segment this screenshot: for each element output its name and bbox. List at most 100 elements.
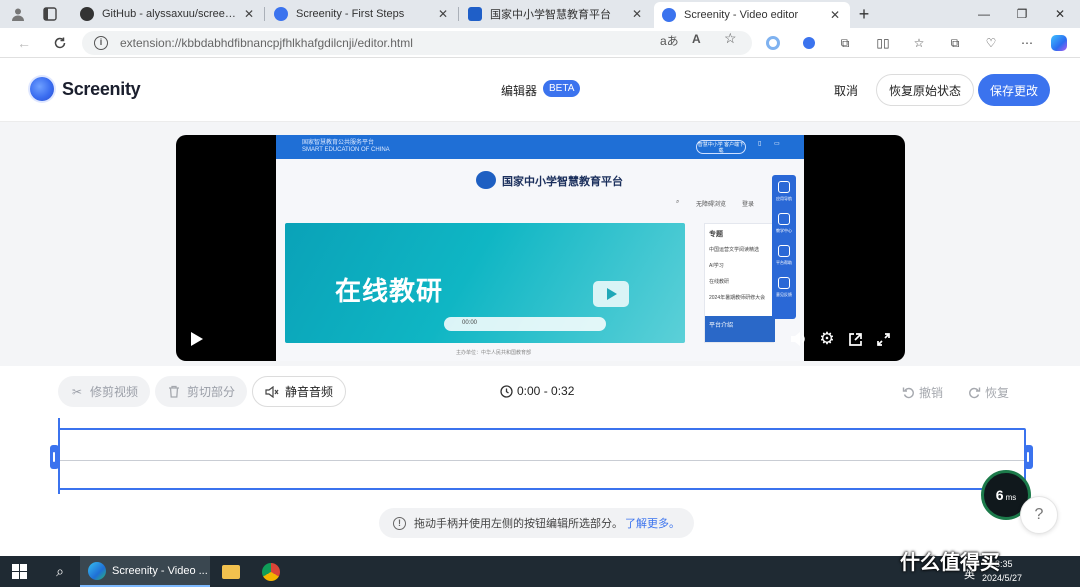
side-footer: 平台介绍: [705, 316, 775, 342]
close-icon[interactable]: ✕: [630, 7, 644, 21]
browser-essentials-icon[interactable]: ♡: [982, 34, 1000, 52]
minimize-icon[interactable]: —: [966, 4, 1002, 24]
tab-actions-icon[interactable]: [38, 4, 62, 24]
tab-first-steps[interactable]: Screenity - First Steps ✕: [266, 2, 458, 26]
more-menu-icon[interactable]: ⋯: [1018, 34, 1036, 52]
time-range-text: 0:00 - 0:32: [517, 384, 575, 398]
tab-smart-education[interactable]: 国家中小学智慧教育平台 ✕: [460, 2, 652, 26]
chrome-icon[interactable]: [258, 556, 284, 587]
text-size-icon[interactable]: A: [692, 32, 701, 46]
undo-button[interactable]: 撤销: [902, 384, 943, 401]
rail-icon: [778, 245, 790, 257]
tab-title: GitHub - alyssaxuu/screenity: The: [102, 8, 236, 20]
tab-video-editor[interactable]: Screenity - Video editor ✕: [654, 2, 850, 28]
edit-toolbar: ✂ 修剪视频 剪切部分 静音音频 0:00 - 0:32 撤销 恢复: [0, 366, 1080, 418]
edge-icon: [88, 561, 106, 580]
screenity-icon: [662, 8, 676, 22]
site-right-rail: 应用导航 教学中心 平台帮助 意见反馈: [772, 175, 796, 319]
tab-title: 国家中小学智慧教育平台: [490, 9, 611, 21]
profile-icon[interactable]: [6, 4, 30, 24]
undo-label: 撤销: [919, 386, 944, 400]
start-icon[interactable]: [0, 556, 38, 587]
new-tab-icon[interactable]: +: [852, 4, 876, 24]
video-player[interactable]: 国家智慧教育公共服务平台 SMART EDUCATION OF CHINA 智慧中…: [176, 135, 905, 361]
site-nav-login: 登录: [742, 202, 755, 208]
screenity-logo-icon: [30, 77, 54, 101]
screenity-extension-icon[interactable]: [800, 34, 818, 52]
mute-audio-button[interactable]: 静音音频: [252, 376, 347, 407]
help-button[interactable]: ?: [1020, 496, 1058, 534]
redo-label: 恢复: [985, 386, 1010, 400]
side-item: 2024年暑期教师研修大会: [709, 295, 766, 301]
screenity-icon: [274, 7, 288, 21]
side-item: 中国运营文学阅读精选: [709, 247, 760, 253]
github-icon: [80, 7, 94, 21]
screenity-logo: Screenity: [30, 77, 141, 101]
learn-more-link[interactable]: 了解更多。: [625, 515, 680, 531]
timeline-area: ! 拖动手柄并使用左侧的按钮编辑所选部分。 了解更多。: [0, 418, 1080, 556]
mute-label: 静音音频: [285, 385, 334, 399]
file-explorer-icon[interactable]: [218, 556, 244, 587]
play-icon[interactable]: [188, 330, 206, 348]
left-trim-handle[interactable]: [50, 445, 59, 469]
trash-icon: [167, 385, 181, 399]
side-item: AI学习: [709, 263, 724, 269]
save-changes-button[interactable]: 保存更改: [978, 74, 1050, 106]
side-item: 在线教研: [709, 279, 730, 285]
cancel-button[interactable]: 取消: [834, 82, 858, 99]
tab-divider: [264, 7, 265, 21]
volume-icon[interactable]: [790, 330, 808, 348]
scissors-icon: ✂: [71, 384, 83, 399]
latency-value: 6: [995, 487, 1004, 503]
redo-button[interactable]: 恢复: [968, 384, 1009, 401]
banner-text: 在线教研: [335, 276, 444, 306]
collections-icon[interactable]: ⧉: [946, 34, 964, 52]
extensions-puzzle-icon[interactable]: ⧉: [836, 34, 854, 52]
timeline-selection[interactable]: [58, 428, 1026, 490]
favorite-star-icon[interactable]: ☆: [724, 30, 737, 47]
site-logo-icon: [476, 171, 496, 189]
back-icon[interactable]: ←: [14, 33, 34, 53]
restore-icon[interactable]: ❐: [1004, 4, 1040, 24]
banner-play-icon: [593, 281, 629, 307]
settings-gear-icon[interactable]: ⚙: [818, 329, 836, 348]
read-aloud-icon[interactable]: aあ: [660, 32, 679, 49]
close-icon[interactable]: ✕: [828, 8, 842, 22]
beta-badge: BETA: [543, 80, 581, 97]
editor-title: 编辑器: [501, 84, 538, 98]
cut-section-button[interactable]: 剪切部分: [155, 376, 248, 407]
fullscreen-icon[interactable]: [874, 330, 892, 348]
popout-icon[interactable]: [846, 330, 864, 348]
search-icon[interactable]: ⌕: [42, 556, 78, 587]
taskbar-edge-window[interactable]: Screenity - Video ...: [80, 556, 210, 587]
right-trim-handle[interactable]: [1024, 445, 1033, 469]
browser-tab-strip: GitHub - alyssaxuu/screenity: The ✕ Scre…: [0, 0, 1080, 28]
smart-education-icon: [468, 7, 482, 21]
extension-ring-icon[interactable]: [764, 34, 782, 52]
rail-label: 平台帮助: [776, 260, 792, 265]
editor-header: Screenity 编辑器 BETA 取消 恢复原始状态 保存更改: [0, 58, 1080, 122]
favorites-icon[interactable]: ☆: [910, 34, 928, 52]
tab-github[interactable]: GitHub - alyssaxuu/screenity: The ✕: [72, 2, 264, 26]
editing-hint: ! 拖动手柄并使用左侧的按钮编辑所选部分。 了解更多。: [379, 508, 694, 538]
site-header-bar: 国家智慧教育公共服务平台 SMART EDUCATION OF CHINA 智慧中…: [276, 135, 804, 159]
info-icon: !: [393, 516, 406, 530]
address-toolbar: ← i extension://kbbdabhdfibnancpjfhlkhaf…: [0, 28, 1080, 58]
address-bar[interactable]: i extension://kbbdabhdfibnancpjfhlkhafgd…: [82, 31, 752, 55]
waveform-line: [60, 460, 1024, 461]
site-caption: 主办单位：中华人民共和国教育部: [456, 350, 532, 356]
rail-icon: [778, 213, 790, 225]
trim-video-button[interactable]: ✂ 修剪视频: [58, 376, 151, 407]
recording-toolbar: 00:00: [444, 317, 606, 331]
rail-label: 意见反馈: [776, 292, 792, 297]
site-info-icon[interactable]: i: [94, 36, 108, 50]
revert-original-button[interactable]: 恢复原始状态: [876, 74, 975, 106]
refresh-icon[interactable]: [50, 33, 70, 53]
trim-label: 修剪视频: [90, 385, 139, 399]
split-screen-icon[interactable]: ▯▯: [874, 34, 892, 52]
close-icon[interactable]: ✕: [436, 7, 450, 21]
site-side-panel: 专题 中国运营文学阅读精选 AI学习 在线教研 2024年暑期教师研修大会 平台…: [704, 223, 775, 343]
copilot-icon[interactable]: [1050, 34, 1068, 52]
close-icon[interactable]: ✕: [242, 7, 256, 21]
window-close-icon[interactable]: ✕: [1042, 4, 1078, 24]
